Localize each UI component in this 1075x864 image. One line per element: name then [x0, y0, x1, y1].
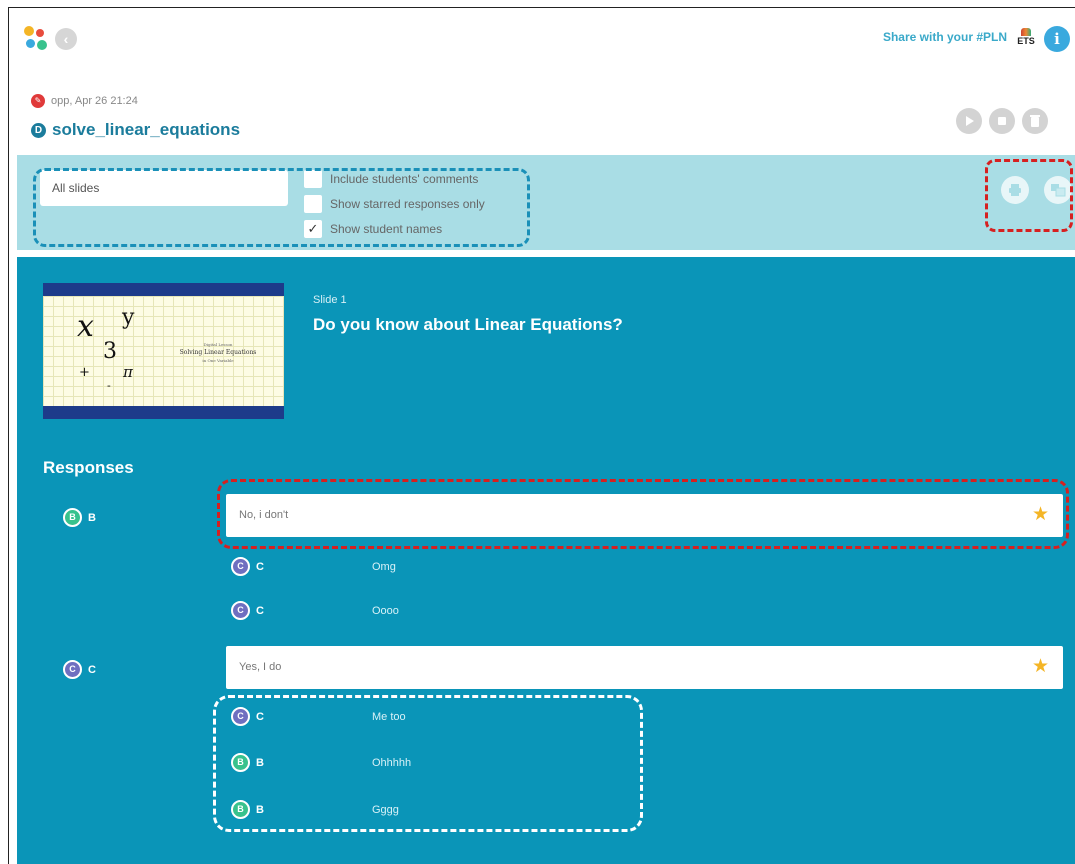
star-icon[interactable]: ★: [1032, 657, 1049, 677]
stop-button[interactable]: [989, 108, 1015, 134]
comment-text: Oooo: [372, 605, 399, 617]
thumb-symbol-minus: -: [107, 379, 111, 392]
thumb-title: Digital Lesson Solving Linear Equations …: [163, 341, 273, 365]
comment-student: B B: [231, 753, 264, 772]
show-names-label: Show student names: [330, 222, 443, 236]
play-button[interactable]: [956, 108, 982, 134]
slides-select[interactable]: All slides: [40, 170, 288, 206]
starred-only-label: Show starred responses only: [330, 197, 485, 211]
session-meta-text: opp, Apr 26 21:24: [51, 95, 138, 107]
slides-copy-icon: [1051, 184, 1066, 197]
student-name: C: [256, 560, 264, 573]
back-button[interactable]: ‹: [55, 28, 77, 50]
comment-student: C C: [231, 601, 264, 620]
student-avatar-icon: B: [231, 753, 250, 772]
thumb-header: Digital Lesson: [203, 342, 233, 347]
thumb-subtitle: in One Variable: [202, 358, 234, 363]
app-logo-icon[interactable]: [24, 26, 50, 52]
responses-heading: Responses: [43, 458, 134, 477]
comment-student: B B: [231, 800, 264, 819]
session-meta: ✎ opp, Apr 26 21:24: [31, 94, 138, 108]
thumb-symbol-plus: +: [79, 365, 90, 380]
thumb-symbol-3: 3: [103, 339, 117, 364]
thumb-symbol-pi: π: [123, 363, 133, 381]
comment-student: C C: [231, 707, 264, 726]
slide-thumbnail[interactable]: x y 3 + π - Digital Lesson Solving Linea…: [43, 283, 284, 419]
include-comments-label: Include students' comments: [330, 172, 479, 186]
comments-highlight: [213, 695, 643, 832]
student-name: B: [256, 803, 264, 816]
response-card[interactable]: Yes, I do ★: [226, 646, 1063, 689]
response-text: Yes, I do: [239, 661, 282, 673]
session-title-text: solve_linear_equations: [52, 120, 241, 139]
print-button[interactable]: [1001, 176, 1029, 204]
student-avatar-icon: B: [63, 508, 82, 527]
comment-text: Omg: [372, 561, 396, 573]
student-avatar-icon: B: [231, 800, 250, 819]
student-name: B: [88, 511, 96, 524]
student-avatar-icon: C: [231, 707, 250, 726]
response-student: C C: [63, 660, 96, 679]
student-name: C: [88, 663, 96, 676]
student-name: C: [256, 604, 264, 617]
comment-student: C C: [231, 557, 264, 576]
share-pln-link[interactable]: Share with your #PLN: [883, 30, 1007, 44]
session-title: D solve_linear_equations: [31, 120, 240, 140]
info-button[interactable]: i: [1044, 26, 1070, 52]
top-bar: ‹ Share with your #PLN ETS i: [9, 8, 1075, 70]
thumb-symbol-y: y: [122, 305, 135, 330]
app-frame: ‹ Share with your #PLN ETS i ✎ opp, Apr …: [8, 7, 1075, 864]
session-owner-icon: ✎: [31, 94, 45, 108]
print-icon: [1009, 184, 1021, 196]
export-button[interactable]: [1044, 176, 1072, 204]
include-comments-option[interactable]: Include students' comments: [304, 168, 478, 190]
filter-bar: All slides Include students' comments Sh…: [17, 155, 1075, 250]
starred-only-option[interactable]: Show starred responses only: [304, 193, 485, 215]
delete-button[interactable]: [1022, 108, 1048, 134]
comment-text: Me too: [372, 711, 406, 723]
session-type-icon: D: [31, 122, 46, 138]
starred-only-checkbox[interactable]: [304, 195, 322, 213]
student-name: C: [256, 710, 264, 723]
student-avatar-icon: C: [63, 660, 82, 679]
slide-number: Slide 1: [313, 294, 347, 306]
star-icon[interactable]: ★: [1032, 505, 1049, 525]
thumb-symbol-x: x: [77, 309, 94, 344]
student-avatar-icon: C: [231, 557, 250, 576]
student-name: B: [256, 756, 264, 769]
student-avatar-icon: C: [231, 601, 250, 620]
show-names-option[interactable]: ✓ Show student names: [304, 218, 442, 240]
report-content: x y 3 + π - Digital Lesson Solving Linea…: [17, 257, 1075, 864]
response-student: B B: [63, 508, 96, 527]
response-card[interactable]: No, i don't ★: [226, 494, 1063, 537]
comment-text: Gggg: [372, 804, 399, 816]
comment-text: Ohhhhh: [372, 757, 412, 769]
thumb-title-text: Solving Linear Equations: [179, 349, 257, 356]
ets-logo[interactable]: ETS: [1015, 27, 1037, 49]
slide-question: Do you know about Linear Equations?: [313, 315, 623, 334]
response-text: No, i don't: [239, 509, 289, 521]
include-comments-checkbox[interactable]: [304, 170, 322, 188]
show-names-checkbox[interactable]: ✓: [304, 220, 322, 238]
